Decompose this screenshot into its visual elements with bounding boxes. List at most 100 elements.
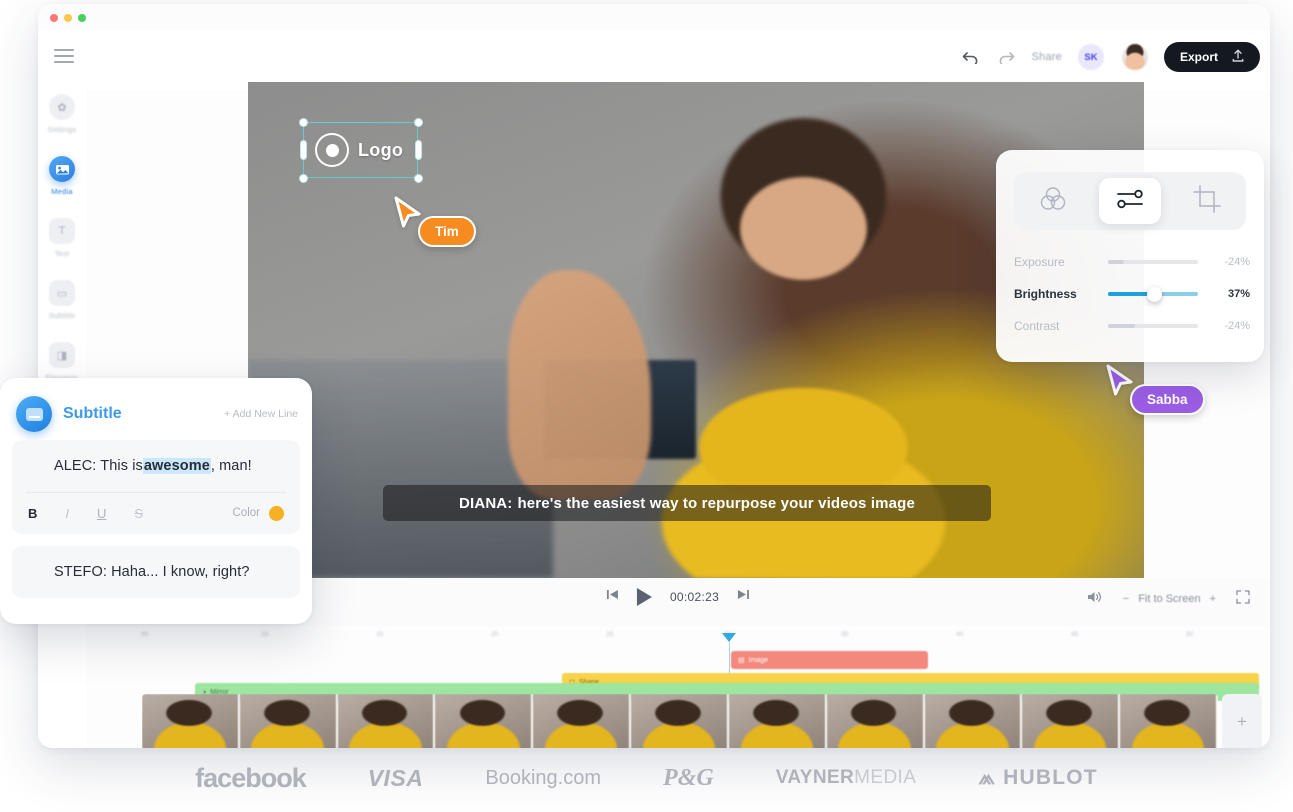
- slider-knob[interactable]: [1147, 286, 1163, 302]
- zoom-controls: − Fit to Screen +: [1123, 593, 1216, 605]
- slider-track[interactable]: [1108, 324, 1198, 328]
- zoom-in-button[interactable]: +: [1210, 593, 1216, 605]
- filmstrip-frame[interactable]: [142, 694, 240, 748]
- slider-track[interactable]: [1108, 260, 1198, 264]
- subtitle-line-highlight: awesome: [142, 458, 211, 474]
- slider-track[interactable]: [1108, 286, 1198, 302]
- video-subtitle-overlay[interactable]: DIANA: here's the easiest way to repurpo…: [383, 485, 991, 521]
- timeline-playhead[interactable]: [722, 633, 736, 642]
- zoom-level-label[interactable]: Fit to Screen: [1138, 593, 1200, 605]
- filmstrip-frame[interactable]: [924, 694, 1023, 748]
- minimize-window-button[interactable]: [64, 14, 72, 22]
- subtitle-line-text[interactable]: STEFO: Haha... I know, right?: [12, 546, 300, 598]
- timeline-filmstrip[interactable]: [142, 694, 1218, 748]
- play-icon[interactable]: [636, 588, 652, 606]
- adjustments-tabs: [1014, 172, 1246, 230]
- filmstrip-frame[interactable]: [728, 694, 827, 748]
- cursor-name-label: Sabba: [1130, 384, 1205, 415]
- slider-row-brightness[interactable]: Brightness 37%: [1014, 278, 1250, 310]
- sidebar-item-label: Media: [51, 187, 73, 196]
- maximize-window-button[interactable]: [78, 14, 86, 22]
- resize-handle-top-left[interactable]: [298, 117, 308, 127]
- timeline-ruler[interactable]: 05 10 15 20 25 30 35 40 45 50: [86, 626, 1270, 694]
- timeline[interactable]: 05 10 15 20 25 30 35 40 45 50 ▤ Image ◻ …: [86, 626, 1270, 748]
- subtitle-text: here's the easiest way to repurpose your…: [517, 494, 915, 512]
- adjust-tab[interactable]: [1098, 178, 1161, 224]
- add-media-button[interactable]: +: [1222, 694, 1262, 748]
- brand-logo-pg: P&G: [663, 764, 714, 791]
- text-t-icon: T: [49, 218, 75, 244]
- subtitle-line-prefix: ALEC: This is: [54, 458, 143, 474]
- zoom-out-button[interactable]: −: [1123, 593, 1129, 605]
- filmstrip-frame[interactable]: [239, 694, 338, 748]
- sidebar-item-media[interactable]: Media: [38, 152, 86, 214]
- clip-icon: ▤: [738, 657, 745, 664]
- close-window-button[interactable]: [50, 14, 58, 22]
- redo-arrow-icon[interactable]: [996, 46, 1018, 68]
- elements-icon: ◨: [49, 342, 75, 368]
- export-button[interactable]: Export: [1163, 42, 1260, 72]
- collaborator-avatar-initials[interactable]: SK: [1075, 42, 1106, 72]
- subtitle-panel[interactable]: Subtitle + Add New Line ALEC: This is aw…: [0, 378, 312, 624]
- slider-row-exposure[interactable]: Exposure -24%: [1014, 246, 1250, 278]
- clip-label: Image: [748, 656, 769, 664]
- resize-handle-right[interactable]: [414, 140, 422, 160]
- volume-icon[interactable]: [1087, 590, 1103, 607]
- filmstrip-frame[interactable]: [533, 694, 632, 748]
- skip-to-start-icon[interactable]: [606, 588, 619, 606]
- brand-logo-strip: facebook VISA Booking.com P&G VAYNERMEDI…: [0, 750, 1293, 806]
- crop-icon: [1193, 184, 1222, 218]
- hamburger-menu-icon[interactable]: [54, 49, 74, 63]
- add-new-line-button[interactable]: + Add New Line: [224, 408, 298, 420]
- underline-button[interactable]: U: [97, 506, 106, 521]
- subtitle-line-prefix: STEFO: Haha... I know, right?: [54, 564, 250, 580]
- logo-label: Logo: [358, 139, 404, 160]
- top-toolbar-right: Share SK Export: [960, 42, 1260, 72]
- fullscreen-icon[interactable]: [1236, 590, 1250, 607]
- canvas-logo-element[interactable]: Logo: [298, 117, 423, 183]
- export-button-label: Export: [1179, 50, 1218, 64]
- strikethrough-button[interactable]: S: [134, 506, 143, 521]
- filmstrip-frame[interactable]: [1022, 694, 1121, 748]
- bold-button[interactable]: B: [28, 506, 37, 521]
- brand-logo-hublot: ⩕ HUBLOT: [978, 766, 1098, 789]
- sidebar-item-settings[interactable]: ✿ Settings: [38, 90, 86, 152]
- undo-arrow-icon[interactable]: [960, 46, 982, 68]
- app-window: Share SK Export ✿ Settings Media T Text …: [38, 4, 1270, 748]
- resize-handle-top-right[interactable]: [413, 117, 423, 127]
- resize-handle-bottom-right[interactable]: [413, 173, 423, 183]
- filmstrip-frame[interactable]: [826, 694, 925, 748]
- filmstrip-frame[interactable]: [337, 694, 436, 748]
- upload-icon: [1232, 49, 1244, 65]
- color-picker[interactable]: Color: [233, 505, 284, 521]
- sidebar-item-subtitle[interactable]: ▭ Subtitle: [38, 276, 86, 338]
- share-button[interactable]: Share: [1032, 51, 1062, 63]
- adjustments-panel[interactable]: Exposure -24% Brightness 37% Contrast -2…: [996, 150, 1264, 362]
- timeline-clip-image[interactable]: ▤ Image: [731, 651, 928, 669]
- user-avatar[interactable]: [1119, 42, 1150, 72]
- target-circle-icon: [315, 133, 349, 167]
- slider-label: Exposure: [1014, 255, 1065, 269]
- italic-button[interactable]: I: [65, 506, 69, 521]
- resize-handle-left[interactable]: [299, 140, 307, 160]
- filters-tab[interactable]: [1022, 178, 1084, 224]
- ruler-tick: 25: [606, 631, 614, 638]
- cursor-arrow-icon: [1104, 364, 1136, 398]
- sidebar-item-text[interactable]: T Text: [38, 214, 86, 276]
- color-swatch[interactable]: [269, 505, 284, 521]
- player-transport-controls: 00:02:23: [606, 588, 750, 606]
- filmstrip-frame[interactable]: [631, 694, 729, 748]
- ruler-tick: 35: [841, 631, 849, 638]
- subtitle-line-card-active[interactable]: ALEC: This is awesome, man! B I U S Colo…: [12, 440, 300, 534]
- slider-row-contrast[interactable]: Contrast -24%: [1014, 310, 1250, 342]
- resize-handle-bottom-left[interactable]: [298, 173, 308, 183]
- window-traffic-lights[interactable]: [50, 14, 86, 22]
- subtitle-line-text[interactable]: ALEC: This is awesome, man!: [12, 440, 300, 492]
- subtitle-line-suffix: , man!: [210, 458, 252, 474]
- crop-tab[interactable]: [1176, 178, 1238, 224]
- filmstrip-frame[interactable]: [1120, 694, 1218, 748]
- subtitle-line-card[interactable]: STEFO: Haha... I know, right?: [12, 546, 300, 598]
- filmstrip-frame[interactable]: [435, 694, 534, 748]
- collaborator-cursor-tim: Tim: [392, 196, 476, 247]
- skip-to-end-icon[interactable]: [737, 588, 750, 606]
